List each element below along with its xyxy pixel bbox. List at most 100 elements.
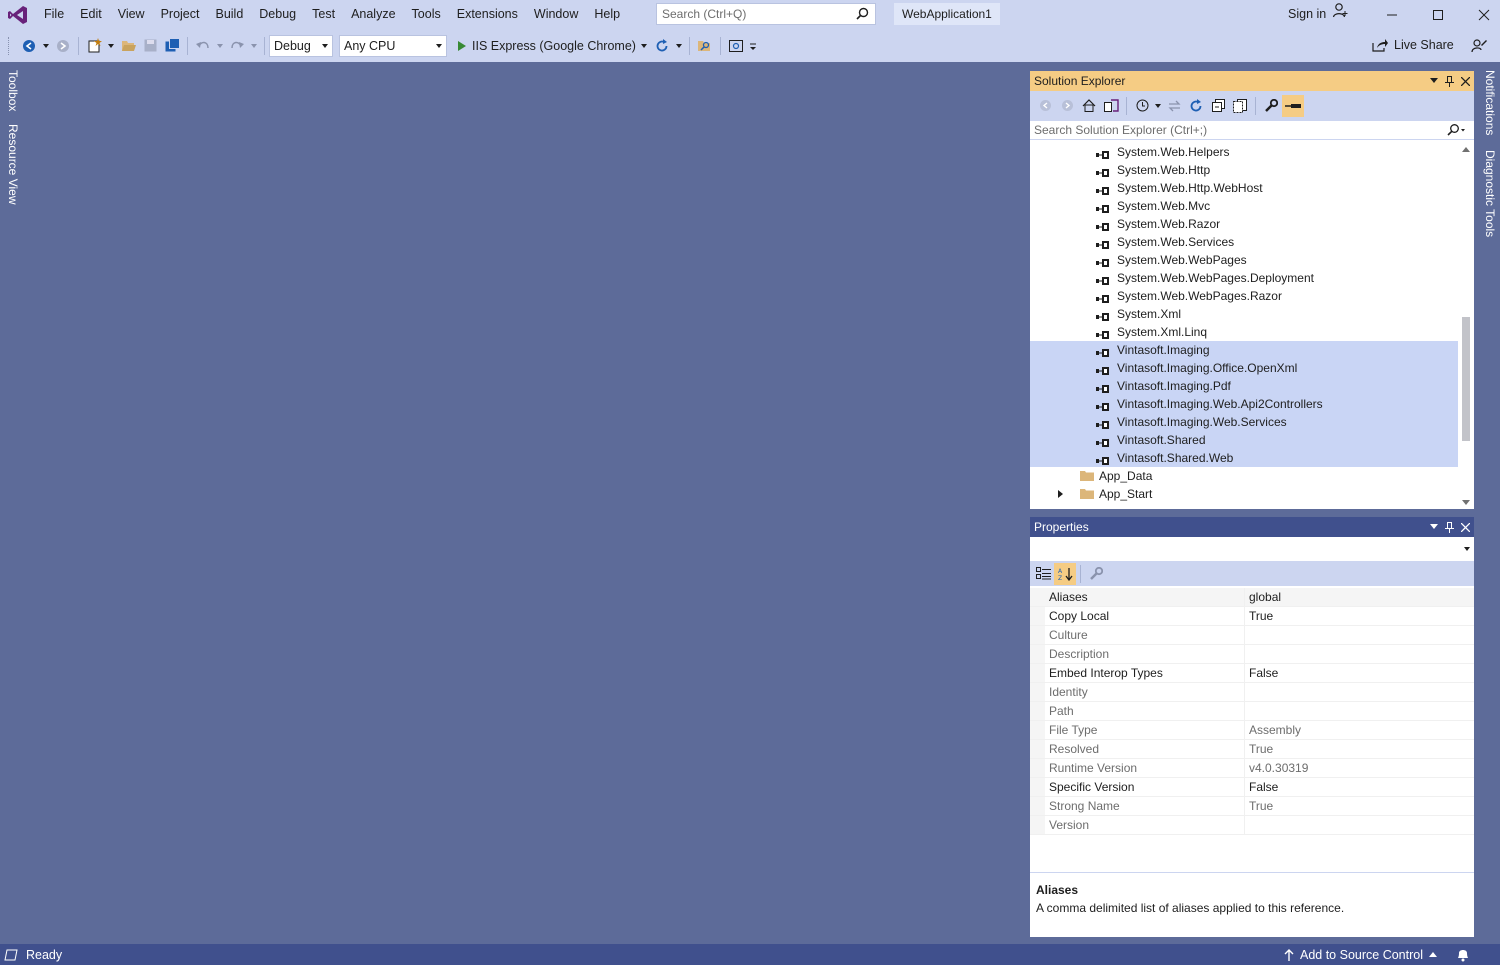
pin-icon[interactable] (1445, 75, 1454, 87)
property-row[interactable]: Copy Local True (1030, 607, 1474, 626)
tab-resource-view[interactable]: Resource View (6, 124, 20, 204)
redo-icon[interactable] (226, 35, 248, 57)
pin-icon[interactable] (1445, 521, 1454, 533)
back-icon[interactable] (1034, 95, 1056, 117)
property-pages-icon[interactable] (1085, 563, 1107, 585)
chevron-down-icon[interactable] (214, 35, 226, 57)
browser-link-refresh-icon[interactable] (651, 35, 673, 57)
forward-icon[interactable] (1056, 95, 1078, 117)
property-row[interactable]: Description (1030, 645, 1474, 664)
property-value[interactable]: global (1245, 588, 1474, 606)
window-position-dropdown-icon[interactable] (1430, 78, 1438, 84)
switch-views-icon[interactable] (1100, 95, 1122, 117)
find-in-files-icon[interactable] (694, 35, 716, 57)
tree-item-reference[interactable]: Vintasoft.Imaging.Pdf (1030, 377, 1458, 395)
show-all-files-icon[interactable] (1229, 95, 1251, 117)
close-pane-icon[interactable] (1461, 76, 1470, 86)
minimize-button[interactable] (1369, 0, 1415, 29)
property-row[interactable]: Resolved True (1030, 740, 1474, 759)
close-pane-icon[interactable] (1461, 522, 1470, 532)
sign-in-button[interactable]: Sign in (1288, 0, 1348, 29)
new-project-icon[interactable] (83, 35, 105, 57)
property-row[interactable]: Version (1030, 816, 1474, 835)
menu-window[interactable]: Window (526, 0, 586, 29)
tab-diagnostic-tools[interactable]: Diagnostic Tools (1483, 150, 1497, 237)
save-icon[interactable] (139, 35, 161, 57)
tree-item-reference[interactable]: System.Xml (1030, 305, 1458, 323)
categorized-icon[interactable] (1032, 563, 1054, 585)
tree-item-reference[interactable]: System.Web.Http (1030, 161, 1458, 179)
chevron-down-icon[interactable] (1153, 95, 1163, 117)
menu-analyze[interactable]: Analyze (343, 0, 403, 29)
property-row[interactable]: Specific Version False (1030, 778, 1474, 797)
add-to-source-control-button[interactable]: Add to Source Control (1284, 944, 1437, 965)
property-value[interactable]: False (1245, 778, 1474, 796)
property-row[interactable]: Aliases global (1030, 588, 1474, 607)
scroll-down-icon[interactable] (1462, 500, 1470, 505)
solution-platform-dropdown[interactable]: Any CPU (339, 34, 447, 57)
chevron-down-icon[interactable] (40, 35, 52, 57)
tab-toolbox[interactable]: Toolbox (6, 70, 20, 111)
tree-item-reference[interactable]: System.Web.WebPages (1030, 251, 1458, 269)
tab-notifications[interactable]: Notifications (1483, 70, 1497, 135)
pending-changes-filter-icon[interactable] (1131, 95, 1153, 117)
menu-view[interactable]: View (110, 0, 153, 29)
save-all-icon[interactable] (161, 35, 183, 57)
property-value[interactable] (1245, 626, 1474, 644)
property-row[interactable]: Identity (1030, 683, 1474, 702)
tree-item-reference[interactable]: Vintasoft.Imaging (1030, 341, 1458, 359)
notifications-bell-icon[interactable] (1456, 947, 1470, 965)
property-row[interactable]: File Type Assembly (1030, 721, 1474, 740)
property-value[interactable]: v4.0.30319 (1245, 759, 1474, 777)
tree-item-reference[interactable]: System.Web.Helpers (1030, 143, 1458, 161)
tree-item-reference[interactable]: System.Web.WebPages.Deployment (1030, 269, 1458, 287)
chevron-down-icon[interactable] (105, 35, 117, 57)
property-value[interactable]: Assembly (1245, 721, 1474, 739)
menu-tools[interactable]: Tools (404, 0, 449, 29)
property-value[interactable] (1245, 645, 1474, 663)
tree-item-reference[interactable]: System.Web.Mvc (1030, 197, 1458, 215)
property-row[interactable]: Culture (1030, 626, 1474, 645)
properties-wrench-icon[interactable] (1260, 95, 1282, 117)
maximize-button[interactable] (1415, 0, 1461, 29)
property-value[interactable] (1245, 816, 1474, 834)
menu-test[interactable]: Test (304, 0, 343, 29)
navigate-forward-icon[interactable] (52, 35, 74, 57)
feedback-icon[interactable] (1468, 34, 1490, 56)
toolbar-grip[interactable] (8, 36, 12, 55)
home-icon[interactable] (1078, 95, 1100, 117)
menu-edit[interactable]: Edit (72, 0, 110, 29)
menu-build[interactable]: Build (207, 0, 251, 29)
tree-item-reference[interactable]: System.Web.WebPages.Razor (1030, 287, 1458, 305)
alphabetical-icon[interactable]: AZ (1054, 562, 1076, 585)
property-row[interactable]: Runtime Version v4.0.30319 (1030, 759, 1474, 778)
undo-icon[interactable] (192, 35, 214, 57)
toolbar-options-icon[interactable] (747, 35, 759, 57)
menu-extensions[interactable]: Extensions (449, 0, 526, 29)
tree-item-folder[interactable]: App_Data (1030, 467, 1458, 485)
screenshot-icon[interactable] (725, 35, 747, 57)
property-row[interactable]: Path (1030, 702, 1474, 721)
preview-selected-items-icon[interactable] (1282, 94, 1304, 117)
scroll-up-icon[interactable] (1462, 147, 1470, 152)
solution-configuration-dropdown[interactable]: Debug (269, 34, 333, 57)
search-input[interactable]: Search (Ctrl+Q) (656, 3, 876, 25)
solution-explorer-search-input[interactable]: Search Solution Explorer (Ctrl+;) (1030, 120, 1474, 140)
property-value[interactable]: False (1245, 664, 1474, 682)
collapse-all-icon[interactable] (1207, 95, 1229, 117)
chevron-down-icon[interactable] (248, 35, 260, 57)
solution-explorer-scrollbar[interactable] (1458, 143, 1474, 509)
chevron-down-icon[interactable] (673, 35, 685, 57)
property-value[interactable]: True (1245, 607, 1474, 625)
menu-help[interactable]: Help (586, 0, 628, 29)
tree-item-reference[interactable]: Vintasoft.Imaging.Web.Services (1030, 413, 1458, 431)
object-selector-dropdown[interactable] (1030, 537, 1474, 561)
refresh-icon[interactable] (1185, 95, 1207, 117)
property-value[interactable]: True (1245, 740, 1474, 758)
sync-with-active-document-icon[interactable] (1163, 95, 1185, 117)
navigate-back-icon[interactable] (18, 35, 40, 57)
property-row[interactable]: Embed Interop Types False (1030, 664, 1474, 683)
property-value[interactable] (1245, 702, 1474, 720)
tree-item-folder[interactable]: App_Start (1030, 485, 1458, 503)
open-file-icon[interactable] (117, 35, 139, 57)
